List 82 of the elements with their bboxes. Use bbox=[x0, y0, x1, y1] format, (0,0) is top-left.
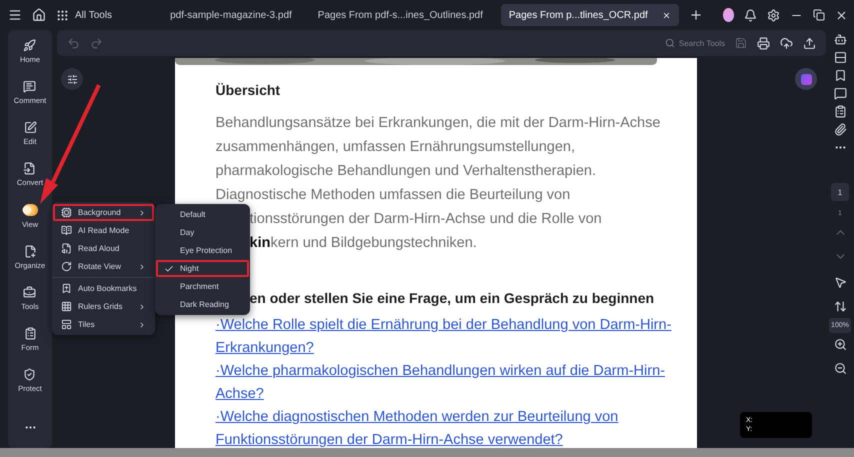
all-tools-link[interactable]: All Tools bbox=[75, 10, 112, 20]
sidebar-icon[interactable] bbox=[24, 245, 36, 258]
adjust-button[interactable] bbox=[61, 68, 83, 90]
question-link[interactable]: Erkrankungen? bbox=[216, 337, 696, 360]
menu-item[interactable]: Parchment bbox=[156, 278, 249, 295]
add-tab-icon[interactable] bbox=[688, 8, 703, 22]
menu-item[interactable]: Eye Protection bbox=[156, 242, 249, 259]
chevron-right-icon bbox=[138, 320, 146, 328]
paperclip-icon[interactable] bbox=[834, 123, 846, 136]
document-tab[interactable]: pdf-sample-magazine-3.pdf bbox=[162, 4, 300, 26]
settings-icon[interactable] bbox=[767, 8, 780, 22]
menu-item[interactable]: Background bbox=[53, 204, 154, 221]
menu-item-icon bbox=[61, 283, 72, 294]
document-tab[interactable]: Pages From pdf-s...ines_Outlines.pdf bbox=[310, 4, 491, 26]
sidebar-icon[interactable] bbox=[23, 162, 36, 175]
share-icon[interactable] bbox=[803, 36, 816, 50]
menu-item[interactable]: Tiles bbox=[53, 316, 154, 333]
bell-icon[interactable] bbox=[744, 8, 757, 22]
paragraph-line: pharmakologische Behandlungen und Verhaltenstherapien. bbox=[216, 162, 598, 181]
home-icon[interactable] bbox=[32, 8, 46, 22]
menu-item[interactable]: Day bbox=[156, 224, 249, 241]
form-icon[interactable] bbox=[834, 105, 846, 118]
bookmark-icon[interactable] bbox=[834, 69, 846, 82]
ai-robot-icon[interactable] bbox=[834, 33, 846, 46]
page-number-field[interactable]: 1 bbox=[831, 183, 849, 201]
chevron-right-icon bbox=[138, 302, 146, 310]
menu-item-icon bbox=[61, 225, 72, 236]
paragraph-line: tionsstörungen der Darm-Hirn-Achse und die Rolle von bbox=[250, 211, 602, 227]
menu-item[interactable]: Dark Reading bbox=[156, 296, 249, 313]
restore-icon[interactable] bbox=[813, 9, 825, 21]
sliders-icon bbox=[66, 74, 78, 84]
menu-item-icon bbox=[61, 207, 72, 218]
layout-icon[interactable] bbox=[834, 51, 846, 64]
cloud-upload-icon[interactable] bbox=[780, 36, 793, 50]
search-field[interactable]: Search Tools bbox=[664, 38, 725, 48]
document-tab[interactable]: Pages From p...tlines_OCR.pdf bbox=[500, 4, 679, 26]
menu-item[interactable]: Rulers Grids bbox=[53, 298, 154, 315]
word-fragment: kin bbox=[250, 235, 270, 251]
menu-item[interactable]: AI Read Mode bbox=[53, 222, 154, 239]
ai-assistant-button[interactable] bbox=[795, 68, 817, 90]
question-link[interactable]: ·Welche diagnostischen Methoden werden zur Beurteilung von bbox=[216, 406, 696, 429]
menu-item[interactable]: Night bbox=[156, 260, 249, 277]
menu-item-icon bbox=[61, 261, 72, 272]
menu-item-icon bbox=[61, 301, 72, 312]
close-icon[interactable] bbox=[662, 10, 671, 20]
print-icon[interactable] bbox=[757, 36, 770, 50]
paragraph-line: Diagnostische Methoden umfassen die Beurteilung von bbox=[216, 186, 572, 205]
sidebar-icon[interactable] bbox=[24, 327, 36, 340]
menu-item-icon bbox=[61, 319, 72, 330]
view-icon[interactable] bbox=[22, 203, 38, 217]
menu-item[interactable]: Auto Bookmarks bbox=[53, 280, 154, 297]
question-link[interactable]: Achse? bbox=[216, 383, 696, 406]
sidebar-icon[interactable] bbox=[23, 286, 36, 299]
sidebar-icon[interactable] bbox=[24, 121, 36, 134]
fit-page-icon[interactable] bbox=[834, 300, 846, 313]
menu-item-icon bbox=[61, 243, 72, 254]
avatar[interactable] bbox=[722, 8, 734, 22]
paragraph-line: Behandlungsansätze bei Erkrankungen, die mit der Darm-Hirn-Achse bbox=[216, 114, 662, 133]
sidebar-icon[interactable] bbox=[23, 39, 36, 52]
sidebar-icon[interactable] bbox=[23, 80, 36, 93]
chevron-right-icon bbox=[138, 262, 146, 270]
question-link[interactable]: Funktionsstörungen der Darm-Hirn-Achse verwendet? bbox=[216, 429, 696, 448]
close-icon[interactable] bbox=[835, 8, 848, 22]
menu-icon[interactable] bbox=[8, 8, 22, 22]
menu-item[interactable]: Read Aloud bbox=[53, 240, 154, 257]
pointer-icon[interactable] bbox=[834, 276, 846, 289]
chevron-right-icon bbox=[138, 208, 146, 216]
paragraph-line: zusammenhängen, umfassen Ernährungsumstellungen, bbox=[216, 138, 576, 157]
zoom-out-icon[interactable] bbox=[834, 362, 846, 375]
paragraph-line: kern und Bildgebungstechniken. bbox=[270, 235, 477, 251]
sidebar-icon[interactable] bbox=[23, 368, 36, 381]
menu-item[interactable]: Default bbox=[156, 206, 249, 223]
section-heading: en oder stellen Sie eine Frage, um ein Gespräch zu beginnen bbox=[250, 290, 656, 306]
question-link[interactable]: ·Welche Rolle spielt die Ernährung bei der Behandlung von Darm-Hirn- bbox=[216, 314, 696, 337]
search-icon bbox=[664, 38, 675, 48]
zoom-in-icon[interactable] bbox=[834, 338, 846, 351]
section-heading: Übersicht bbox=[216, 82, 282, 98]
comment-icon[interactable] bbox=[834, 87, 846, 100]
grid-icon[interactable] bbox=[56, 8, 69, 22]
menu-item[interactable]: Rotate View bbox=[53, 258, 154, 275]
question-link[interactable]: ·Welche pharmakologischen Behandlungen wirken auf die Darm-Hirn- bbox=[216, 360, 696, 383]
check-icon bbox=[164, 264, 174, 274]
